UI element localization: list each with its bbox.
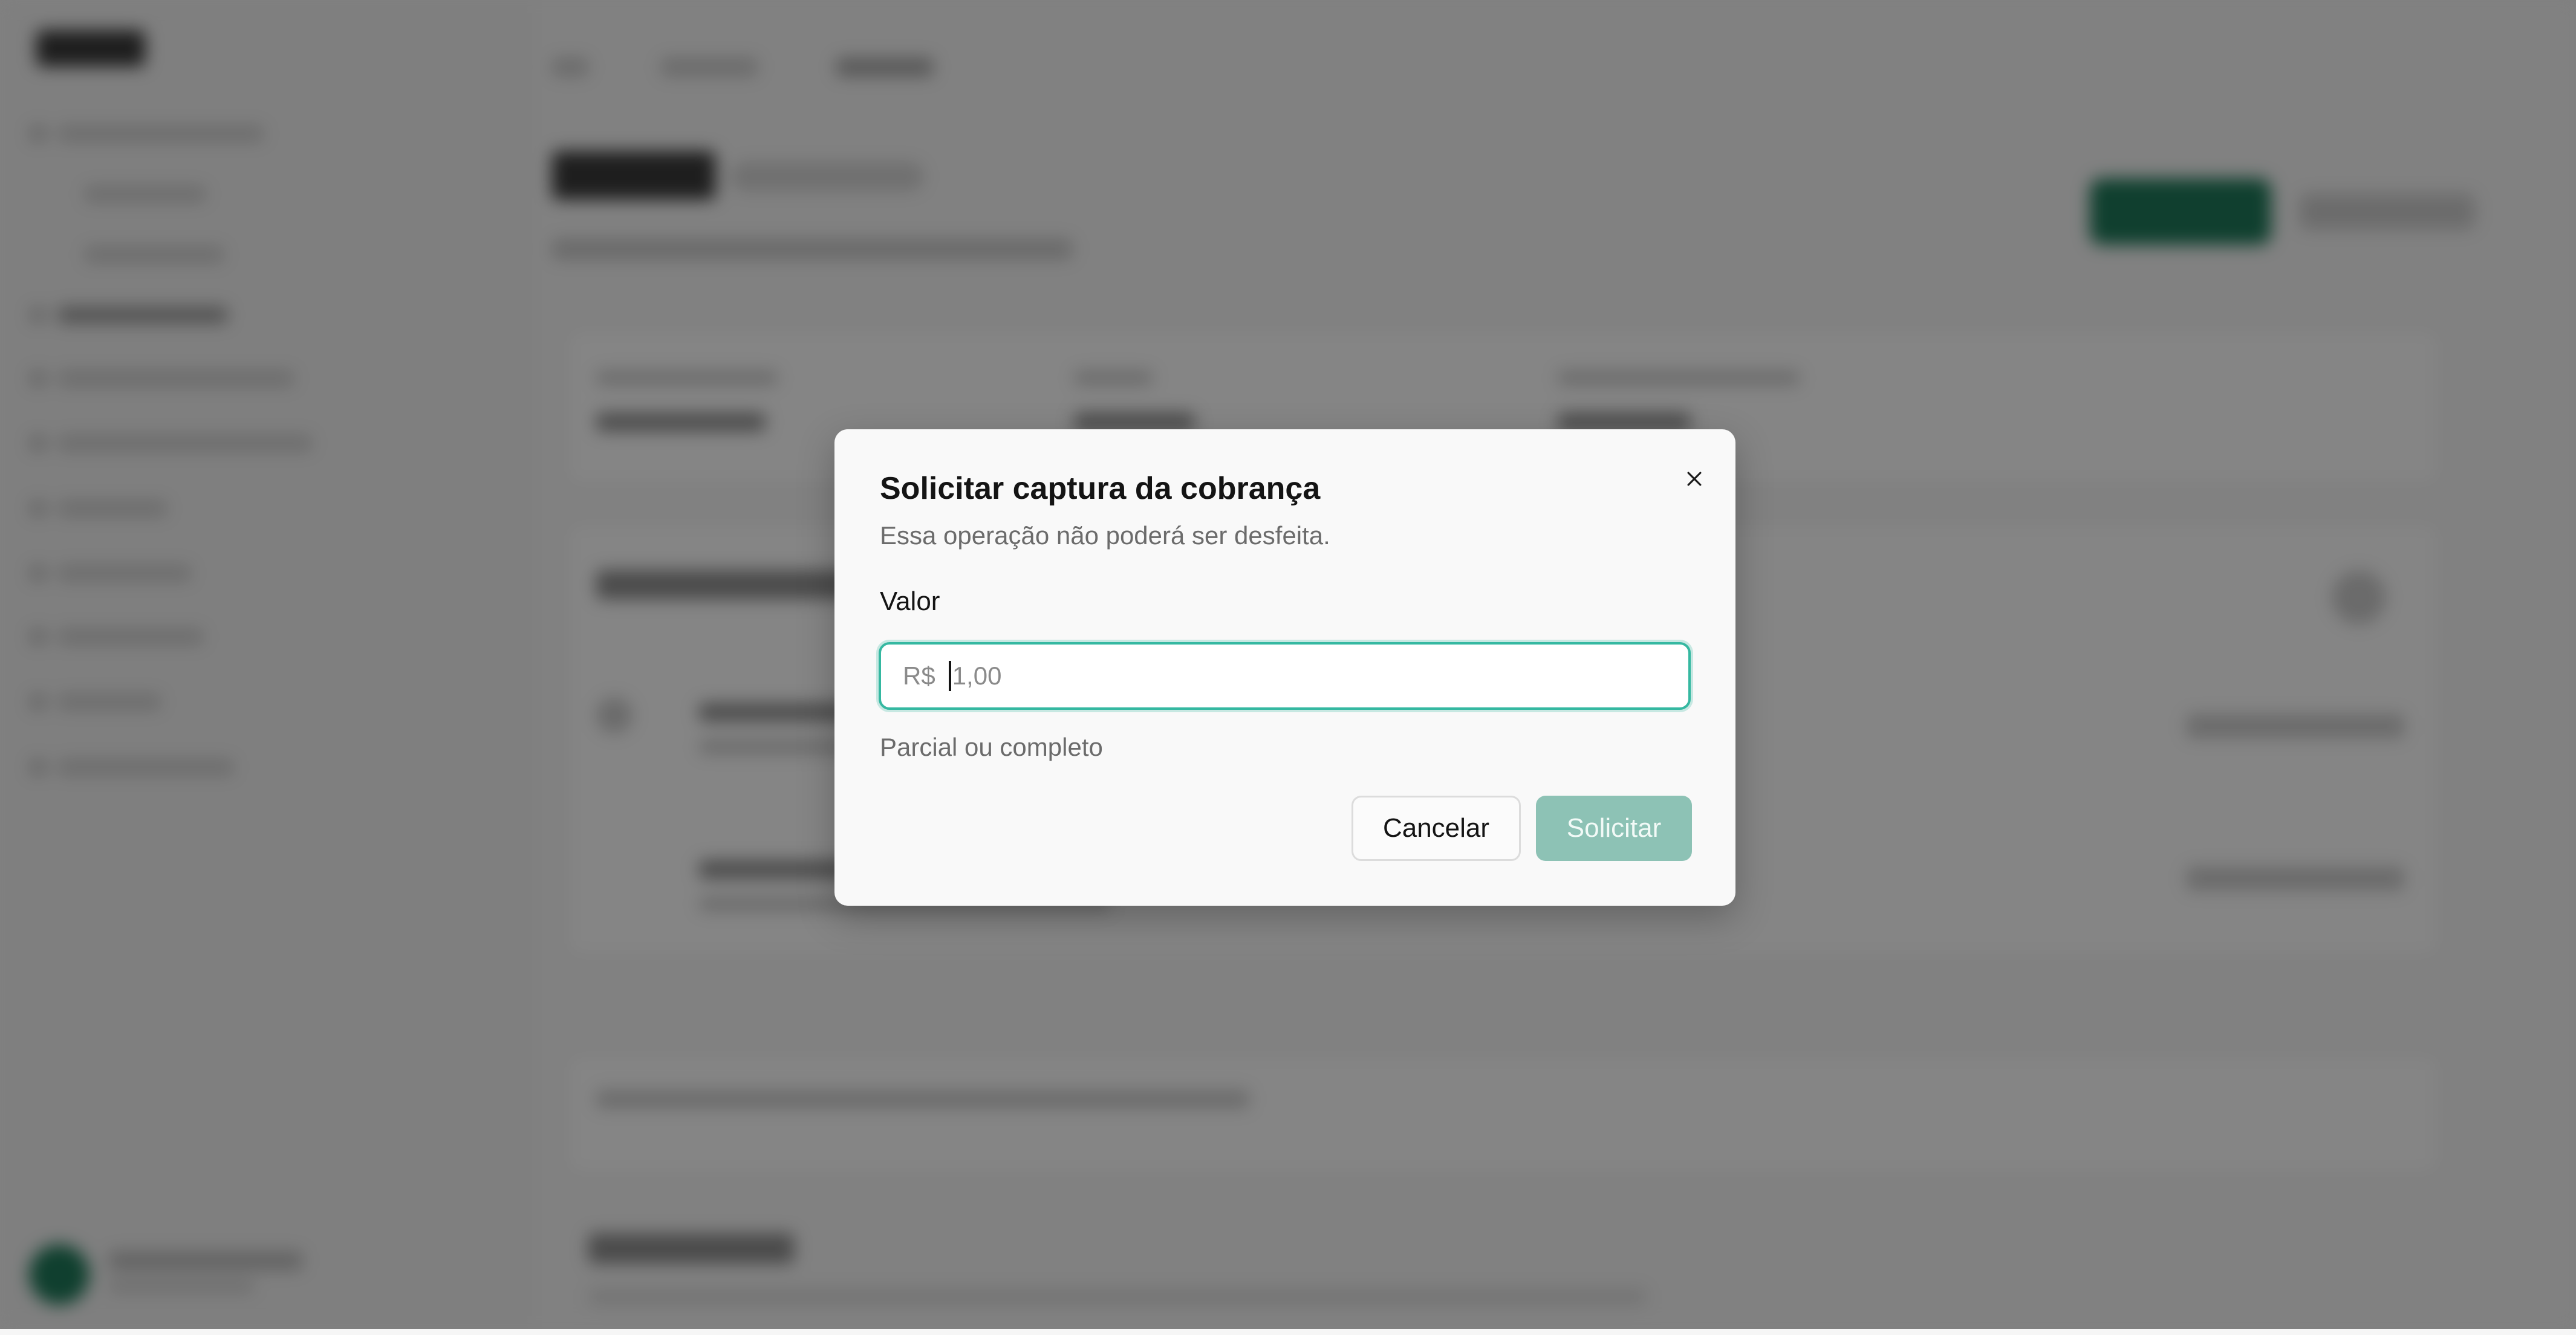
dialog-title: Solicitar captura da cobrança (880, 471, 1321, 506)
close-icon (1687, 472, 1702, 486)
value-field[interactable]: R$ (879, 642, 1691, 710)
text-caret (948, 661, 951, 691)
dialog-description: Essa operação não poderá ser desfeita. (880, 521, 1330, 550)
value-field-label: Valor (880, 586, 940, 616)
currency-prefix: R$ (903, 661, 935, 690)
cancel-button[interactable]: Cancelar (1351, 796, 1521, 861)
page-edge (0, 1329, 2576, 1335)
submit-button[interactable]: Solicitar (1536, 796, 1692, 861)
close-button[interactable] (1675, 460, 1714, 498)
capture-charge-dialog: Solicitar captura da cobrança Essa opera… (834, 429, 1735, 906)
value-input[interactable] (952, 661, 1618, 690)
value-helper-text: Parcial ou completo (880, 733, 1103, 761)
